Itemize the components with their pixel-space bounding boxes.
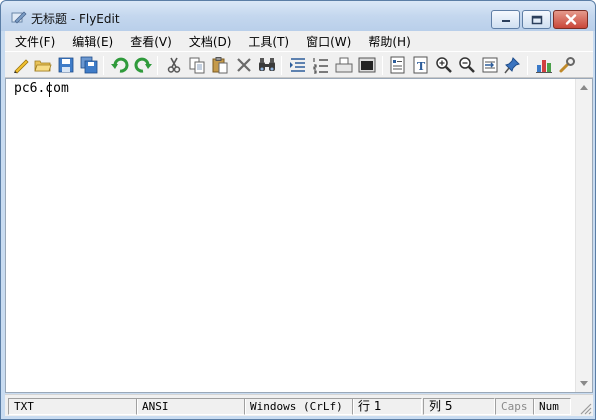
app-window: 无标题 - FlyEdit 文件(F) 编辑(E) 查看(V) 文档(D) 工具… <box>0 0 596 420</box>
zoom-out-icon[interactable] <box>458 56 476 74</box>
line-numbers-icon[interactable] <box>312 56 330 74</box>
status-file-type: TXT <box>8 398 138 415</box>
menu-edit[interactable]: 编辑(E) <box>62 33 120 50</box>
find-icon[interactable] <box>258 56 276 74</box>
status-bar: TXT ANSI Windows (CrLf) 行 1 列 5 Caps Num <box>5 394 593 416</box>
copy-icon[interactable] <box>188 56 206 74</box>
save-icon[interactable] <box>57 56 75 74</box>
statistics-icon[interactable] <box>535 56 553 74</box>
text-caret <box>49 82 50 97</box>
menu-file[interactable]: 文件(F) <box>5 33 62 50</box>
new-icon[interactable] <box>12 56 30 74</box>
goto-line-icon[interactable] <box>481 56 499 74</box>
zoom-in-icon[interactable] <box>435 56 453 74</box>
settings-icon[interactable] <box>558 56 576 74</box>
close-button[interactable] <box>553 10 588 29</box>
maximize-button[interactable] <box>522 10 551 29</box>
menu-window[interactable]: 窗口(W) <box>296 33 358 50</box>
menu-tools[interactable]: 工具(T) <box>238 33 296 50</box>
open-icon[interactable] <box>34 56 52 74</box>
terminal-icon[interactable] <box>358 56 376 74</box>
scroll-down-button[interactable] <box>576 375 592 392</box>
resize-grip-icon[interactable] <box>578 401 592 415</box>
maximize-icon <box>531 15 542 24</box>
menu-help[interactable]: 帮助(H) <box>358 33 417 50</box>
properties-icon[interactable] <box>389 56 407 74</box>
undo-icon[interactable] <box>111 56 129 74</box>
status-line: 行 1 <box>352 398 422 415</box>
close-icon <box>565 14 576 25</box>
status-column: 列 5 <box>423 398 495 415</box>
minimize-button[interactable] <box>491 10 520 29</box>
status-line-ending: Windows (CrLf) <box>244 398 354 415</box>
scroll-up-button[interactable] <box>576 79 592 96</box>
menu-document[interactable]: 文档(D) <box>179 33 239 50</box>
app-icon <box>11 11 27 24</box>
vertical-scrollbar[interactable] <box>575 79 592 392</box>
toolbar: T <box>5 51 593 78</box>
word-wrap-icon[interactable]: T <box>412 56 430 74</box>
paste-icon[interactable] <box>211 56 229 74</box>
status-encoding: ANSI <box>136 398 246 415</box>
cut-icon[interactable] <box>165 56 183 74</box>
svg-text:T: T <box>417 60 426 73</box>
menu-view[interactable]: 查看(V) <box>120 33 179 50</box>
scroll-up-icon <box>580 85 588 90</box>
menu-bar: 文件(F) 编辑(E) 查看(V) 文档(D) 工具(T) 窗口(W) 帮助(H… <box>5 31 593 51</box>
status-num: Num <box>533 398 571 415</box>
minimize-icon <box>501 19 510 22</box>
indent-icon[interactable] <box>289 56 307 74</box>
delete-icon[interactable] <box>235 56 253 74</box>
status-caps: Caps <box>495 398 535 415</box>
editor-area[interactable]: pc6.com <box>5 78 593 393</box>
print-icon[interactable] <box>335 56 353 74</box>
window-title: 无标题 - FlyEdit <box>31 12 120 26</box>
scroll-down-icon <box>580 381 588 386</box>
editor-content[interactable]: pc6.com <box>14 81 69 97</box>
save-all-icon[interactable] <box>80 56 98 74</box>
title-bar[interactable]: 无标题 - FlyEdit <box>1 1 595 31</box>
redo-icon[interactable] <box>134 56 152 74</box>
pin-icon[interactable] <box>504 56 522 74</box>
